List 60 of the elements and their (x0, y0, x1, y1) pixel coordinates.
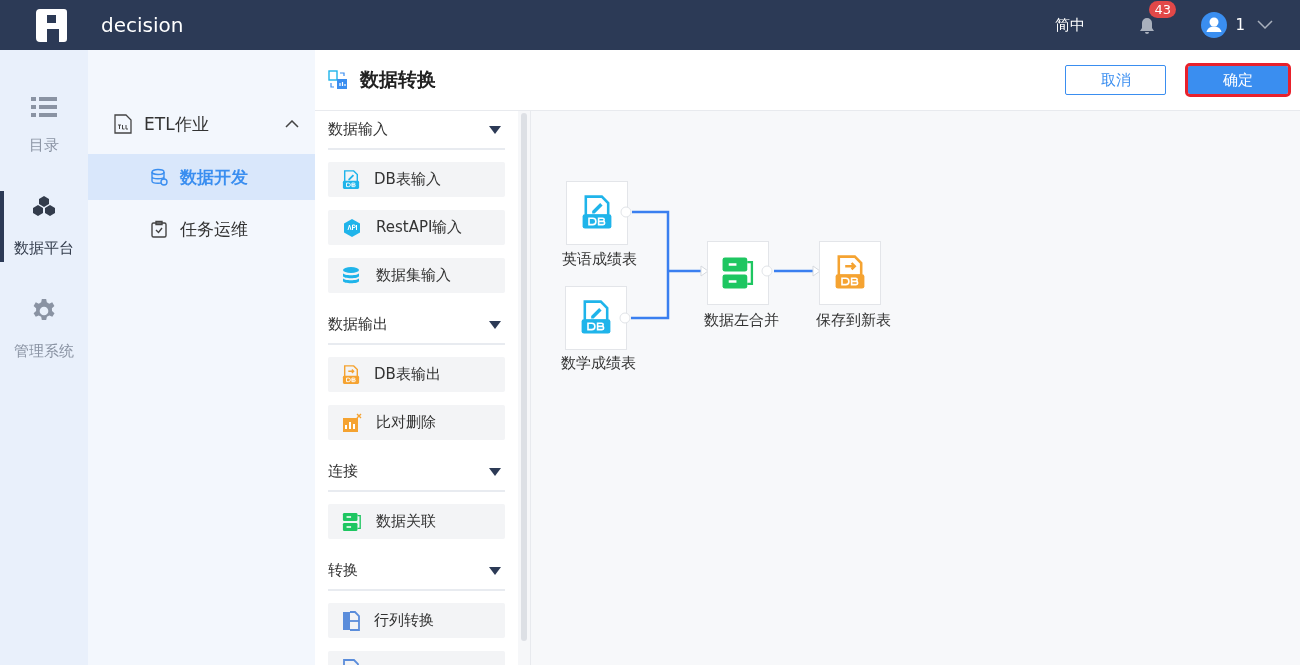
section-title[interactable]: 转换 (328, 561, 358, 580)
caret-down-icon[interactable] (489, 566, 501, 575)
database-icon (342, 265, 362, 286)
page-title: 数据转换 (360, 67, 437, 92)
palette-item[interactable]: RestAPI输入 (328, 210, 505, 245)
flow-node[interactable] (707, 241, 769, 305)
chevron-down-icon[interactable] (1257, 20, 1273, 30)
chevron-up-icon[interactable] (285, 120, 299, 128)
palette-item[interactable]: 数据集输入 (328, 258, 505, 293)
arrow-icon (812, 265, 821, 277)
notification-icon[interactable] (1139, 17, 1156, 35)
node-label: 数据左合并 (703, 311, 779, 330)
arrow-icon (700, 265, 709, 277)
nav-item[interactable]: 任务运维 (88, 206, 315, 252)
join-icon (342, 511, 362, 532)
section-title[interactable]: 连接 (328, 462, 358, 481)
connector-line (774, 269, 813, 273)
section-title[interactable]: 数据输入 (328, 120, 388, 139)
clipboard-check-icon (150, 220, 168, 238)
node-label: 保存到新表 (815, 311, 891, 330)
port-icon (620, 206, 632, 218)
port-icon (761, 265, 773, 277)
palette-item[interactable]: 行列转换 (328, 603, 505, 638)
node-label: 英语成绩表 (561, 250, 637, 269)
caret-down-icon[interactable] (489, 467, 501, 476)
palette-item[interactable]: DB表输出 (328, 357, 505, 392)
api-icon (342, 217, 362, 238)
data-transform-icon (328, 70, 348, 90)
etl-file-icon (114, 114, 132, 134)
palette-item[interactable]: 数据关联 (328, 504, 505, 539)
notification-badge: 43 (1149, 1, 1176, 18)
join-icon (721, 256, 755, 290)
database-export-icon (342, 364, 360, 385)
node-label: 数学成绩表 (560, 354, 636, 373)
logo-icon (33, 7, 69, 43)
flow-node[interactable] (566, 181, 628, 245)
database-icon (150, 168, 168, 186)
port-icon (619, 312, 631, 324)
flow-node[interactable] (819, 241, 881, 305)
database-edit-icon (581, 195, 613, 231)
user-name[interactable]: 1 (1235, 16, 1245, 34)
caret-down-icon[interactable] (489, 320, 501, 329)
database-export-icon (834, 255, 866, 291)
bar-chart-delete-icon (342, 412, 362, 433)
avatar-icon[interactable] (1201, 12, 1228, 38)
caret-down-icon[interactable] (489, 125, 501, 134)
palette-item[interactable]: DB表输入 (328, 162, 505, 197)
database-edit-icon (580, 300, 612, 336)
cancel-button[interactable]: 取消 (1065, 65, 1166, 95)
nav-group[interactable]: ETL作业 (144, 112, 273, 136)
app-name: decision (101, 13, 184, 37)
scrollbar-thumb[interactable] (521, 113, 527, 641)
database-edit-icon (342, 169, 360, 190)
palette-item[interactable]: 比对删除 (328, 405, 505, 440)
rail-item[interactable]: 数据平台 (14, 239, 74, 258)
flow-node[interactable] (565, 286, 627, 350)
document-icon (342, 610, 360, 631)
list-icon (31, 96, 57, 118)
language-label: 简中 (1055, 15, 1086, 35)
section-title[interactable]: 数据输出 (328, 315, 388, 334)
